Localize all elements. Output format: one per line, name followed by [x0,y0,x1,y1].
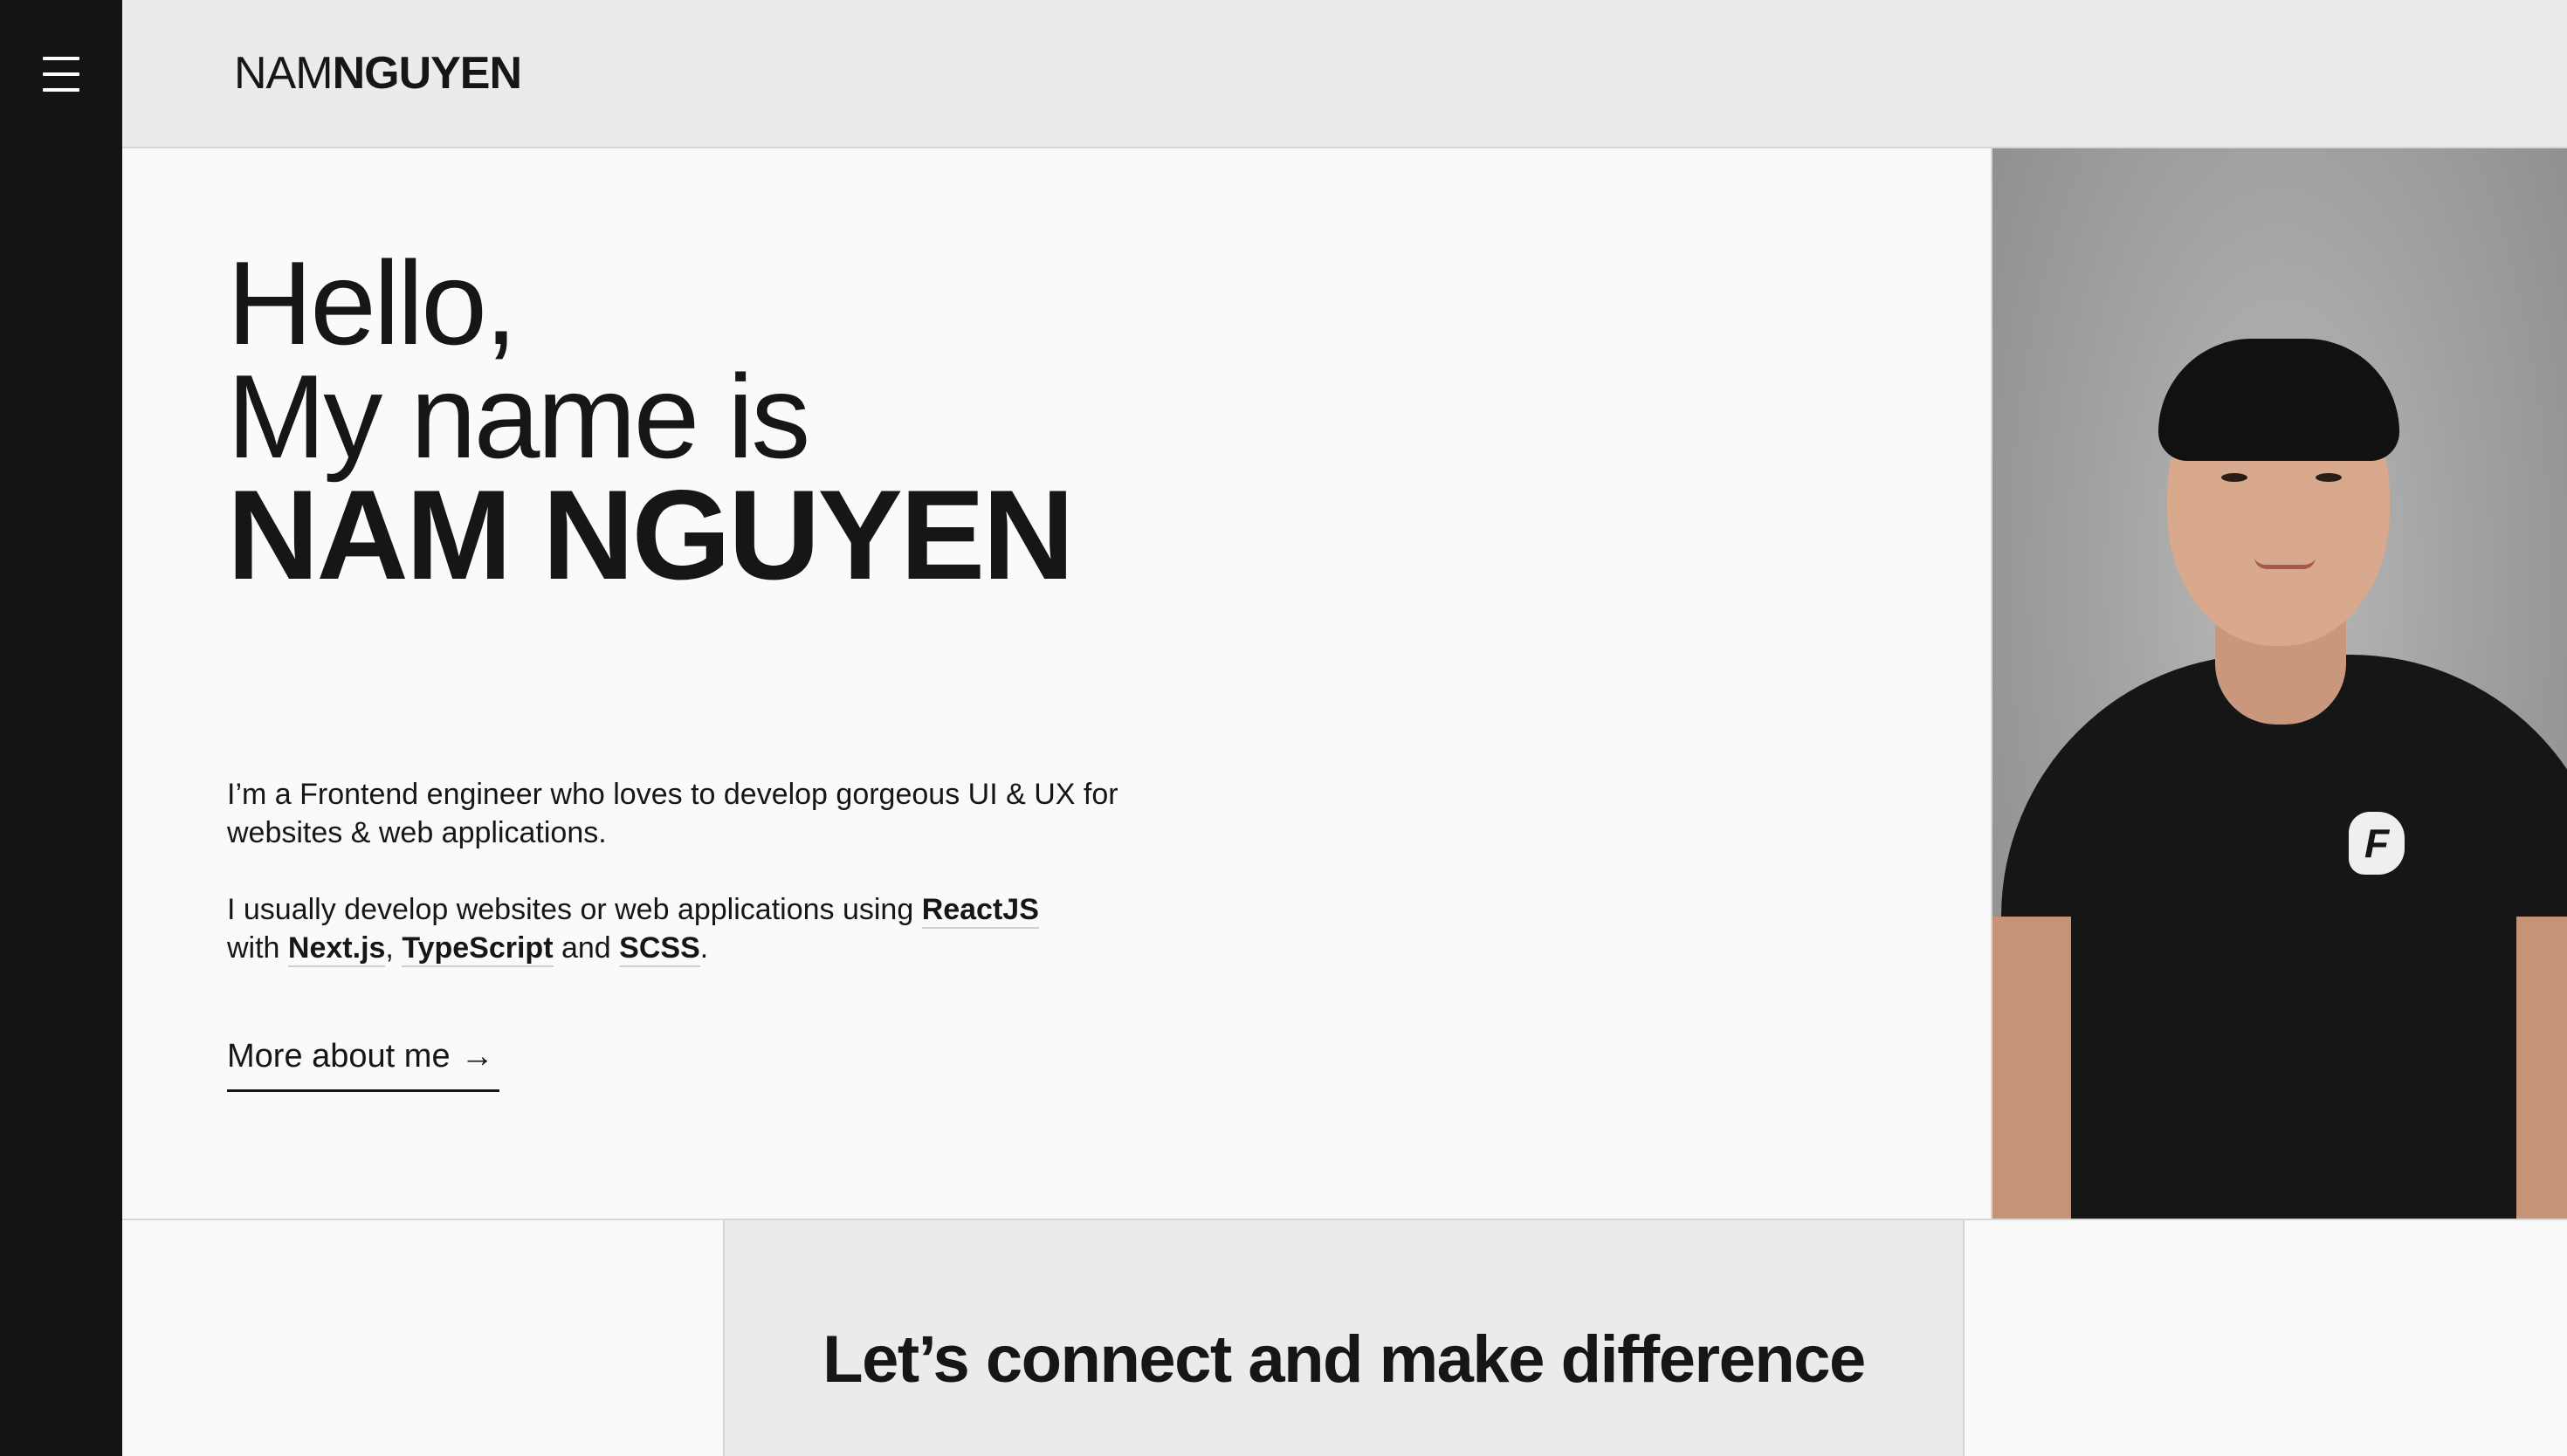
bio-paragraph-2: I usually develop websites or web applic… [227,890,1153,967]
photo-shirt [2001,655,2567,1219]
shirt-logo-icon: F [2349,812,2405,875]
tech-link-reactjs[interactable]: ReactJS [921,893,1039,929]
bio-paragraph-1: I’m a Frontend engineer who loves to dev… [227,778,1118,849]
site-header: NAMNGUYEN [122,0,2567,148]
hero-bio: I’m a Frontend engineer who loves to dev… [227,775,1153,1006]
connect-section: Let’s connect and make difference [725,1219,1965,1456]
site-logo[interactable]: NAMNGUYEN [234,45,522,101]
tech-link-typescript[interactable]: TypeScript [402,931,554,967]
sidebar [0,0,122,1456]
menu-line [43,72,79,76]
bio-text: . [699,931,709,965]
photo-mouth [2254,557,2316,569]
hero-intro-line: My name is [227,350,810,483]
photo-eye-right [2316,473,2342,482]
tech-link-nextjs[interactable]: Next.js [287,931,386,967]
hero-title: Hello, My name is NAM NGUYEN [227,237,1075,606]
connect-title: Let’s connect and make difference [822,1322,1866,1397]
photo-hair [2158,339,2399,461]
menu-line [43,88,79,92]
bottom-right-panel [1965,1219,2567,1456]
hero-name: NAM NGUYEN [227,464,1075,606]
photo-arm-right [2516,917,2567,1219]
bottom-left-panel [122,1219,725,1456]
profile-photo: F [1992,148,2567,1219]
bio-text: and [561,931,611,965]
bio-text: I usually develop websites or web applic… [227,893,914,926]
photo-eye-left [2221,473,2247,482]
hero-greeting: Hello, [227,237,518,369]
more-about-me-label: More about me [227,1038,451,1075]
logo-last-name: NGUYEN [332,48,522,99]
menu-line [43,57,79,60]
tech-link-scss[interactable]: SCSS [619,931,700,967]
photo-arm-left [1992,917,2071,1219]
arrow-right-icon: → [460,1038,494,1075]
more-about-me-link[interactable]: More about me → [227,1035,499,1092]
logo-first-name: NAM [234,48,334,99]
bio-text: with [227,931,280,965]
hero-section: Hello, My name is NAM NGUYEN I’m a Front… [122,148,1992,1219]
hamburger-menu-icon[interactable] [43,56,79,93]
